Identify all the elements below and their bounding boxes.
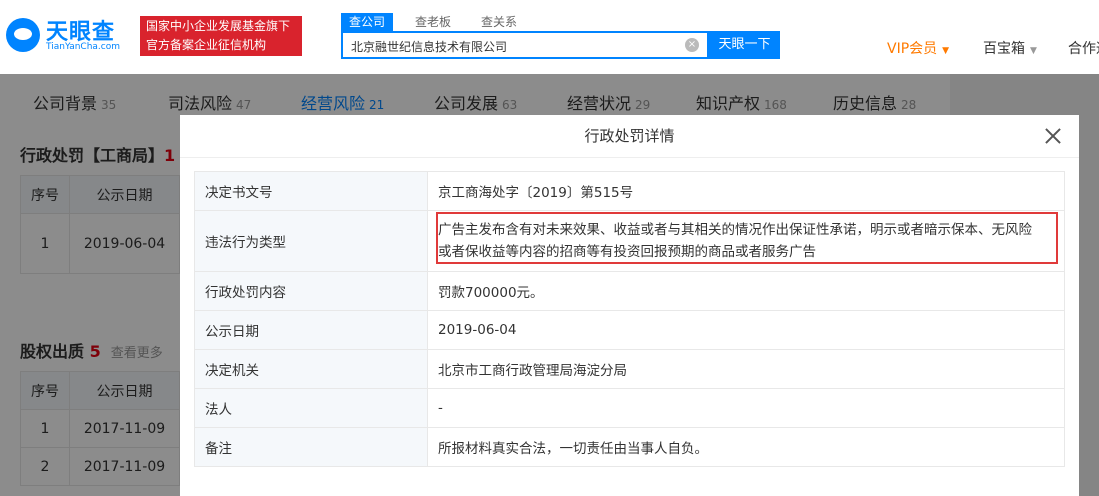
detail-label: 违法行为类型: [194, 210, 428, 272]
search-input-value: 北京融世纪信息技术有限公司: [351, 40, 508, 54]
detail-row: 备注 所报材料真实合法，一切责任由当事人自负。: [194, 427, 1065, 467]
detail-row: 决定机关 北京市工商行政管理局海淀分局: [194, 349, 1065, 389]
toolbox-label: 百宝箱: [983, 41, 1025, 57]
toolbox-menu[interactable]: 百宝箱 ▼: [983, 38, 1037, 58]
detail-value: 北京市工商行政管理局海淀分局: [427, 349, 1065, 389]
badge-line-1: 国家中小企业发展基金旗下: [146, 19, 291, 33]
badge-line-2: 官方备案企业征信机构: [146, 38, 267, 52]
detail-row: 公示日期 2019-06-04: [194, 310, 1065, 350]
detail-row: 法人 -: [194, 388, 1065, 428]
top-header: 天眼查 TianYanCha.com 国家中小企业发展基金旗下 官方备案企业征信…: [0, 0, 1099, 74]
tab-search-relation[interactable]: 查关系: [473, 13, 525, 31]
vip-menu[interactable]: VIP会员 ▼: [887, 38, 949, 58]
detail-row: 行政处罚内容 罚款700000元。: [194, 271, 1065, 311]
detail-label: 法人: [194, 388, 428, 428]
caret-down-icon: ▼: [1030, 46, 1037, 56]
close-icon[interactable]: [1043, 126, 1063, 146]
penalty-detail-modal: 行政处罚详情 决定书文号 京工商海处字〔2019〕第515号 违法行为类型 广告…: [180, 115, 1079, 496]
logo-subtitle: TianYanCha.com: [46, 42, 121, 52]
detail-label: 公示日期: [194, 310, 428, 350]
search-tabs: 查公司 查老板 查关系: [341, 13, 539, 31]
caret-down-icon: ▼: [942, 46, 950, 56]
detail-label: 决定书文号: [194, 171, 428, 211]
detail-label: 备注: [194, 427, 428, 467]
detail-value: 罚款700000元。: [427, 271, 1065, 311]
detail-label: 决定机关: [194, 349, 428, 389]
tab-search-company[interactable]: 查公司: [341, 13, 394, 31]
vip-label: VIP会员: [887, 41, 938, 57]
highlight-box: [436, 212, 1058, 264]
detail-value: -: [427, 388, 1065, 428]
detail-value: 京工商海处字〔2019〕第515号: [427, 171, 1065, 211]
tab-search-boss[interactable]: 查老板: [407, 13, 459, 31]
detail-value: 所报材料真实合法，一切责任由当事人自负。: [427, 427, 1065, 467]
coop-link[interactable]: 合作通: [1068, 38, 1099, 58]
detail-value: 2019-06-04: [427, 310, 1065, 350]
credit-badge: 国家中小企业发展基金旗下 官方备案企业征信机构: [140, 16, 302, 56]
search-input[interactable]: 北京融世纪信息技术有限公司 ×: [341, 31, 709, 59]
clear-icon[interactable]: ×: [685, 38, 699, 52]
detail-label: 行政处罚内容: [194, 271, 428, 311]
eye-logo-icon: [6, 18, 40, 52]
detail-row: 决定书文号 京工商海处字〔2019〕第515号: [194, 171, 1065, 211]
search-button[interactable]: 天眼一下: [709, 31, 780, 59]
modal-title: 行政处罚详情: [180, 115, 1079, 158]
